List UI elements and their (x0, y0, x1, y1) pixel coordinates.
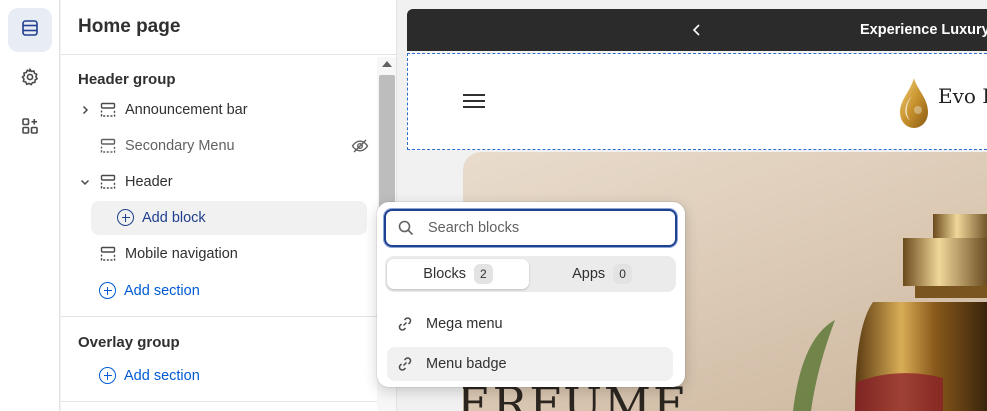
add-block-label: Add block (142, 209, 206, 226)
section-icon (99, 137, 117, 155)
add-block-popover: Blocks 2 Apps 0 Mega menu Menu badge (377, 202, 685, 387)
logo-text: Evo P (938, 84, 987, 108)
divider (61, 401, 377, 402)
chevron-down-icon[interactable] (77, 174, 93, 190)
section-icon (99, 245, 117, 263)
section-label: Secondary Menu (125, 138, 235, 154)
add-section-button[interactable]: Add section (99, 282, 200, 299)
link-icon (398, 317, 412, 331)
gear-icon (20, 67, 40, 92)
scroll-up-arrow-icon[interactable] (382, 61, 392, 67)
section-icon (99, 101, 117, 119)
divider (61, 316, 377, 317)
tab-apps[interactable]: Apps 0 (531, 259, 673, 289)
block-item-menu-badge[interactable]: Menu badge (387, 347, 673, 381)
perfume-drop-logo-icon (894, 74, 934, 132)
link-icon (398, 357, 412, 371)
announcement-text: Experience Luxury, F (860, 22, 987, 38)
section-label: Announcement bar (125, 102, 248, 118)
page-title: Home page (78, 16, 181, 37)
announcement-bar-preview[interactable]: Experience Luxury, F (407, 9, 987, 51)
section-mobile-navigation[interactable]: Mobile navigation (73, 237, 369, 271)
apps-button[interactable] (8, 106, 52, 150)
eye-off-icon[interactable] (351, 137, 369, 155)
plus-circle-icon (117, 209, 134, 226)
header-preview[interactable]: Evo P (407, 53, 987, 150)
settings-button[interactable] (8, 57, 52, 101)
sections-button[interactable] (8, 8, 52, 52)
add-block-link[interactable]: Add block (117, 209, 206, 226)
search-input[interactable] (428, 220, 668, 236)
count-badge: 2 (474, 264, 493, 284)
section-announcement-bar[interactable]: Announcement bar (73, 93, 369, 127)
search-field[interactable] (384, 209, 677, 247)
left-rail (0, 0, 60, 411)
apps-icon (20, 116, 40, 141)
sections-sidebar: Home page Header group Announcement bar … (61, 0, 397, 411)
tab-label: Blocks (423, 266, 467, 282)
add-section-label: Add section (124, 282, 200, 299)
divider (61, 54, 396, 55)
section-icon (99, 173, 117, 191)
add-block-button[interactable]: Add block (91, 201, 367, 235)
block-item-label: Mega menu (426, 316, 503, 332)
overlay-group-title: Overlay group (78, 334, 180, 351)
chevron-right-icon[interactable] (77, 102, 93, 118)
plus-circle-icon (99, 282, 116, 299)
block-type-tabs: Blocks 2 Apps 0 (385, 256, 676, 292)
section-header[interactable]: Header (73, 165, 369, 199)
tab-blocks[interactable]: Blocks 2 (387, 259, 529, 289)
search-icon (397, 219, 415, 237)
header-group-title: Header group (78, 71, 176, 88)
tab-label: Apps (572, 266, 606, 282)
section-label: Header (125, 174, 173, 190)
section-secondary-menu[interactable]: Secondary Menu (73, 129, 369, 163)
hamburger-menu-icon[interactable] (463, 94, 485, 110)
count-badge: 0 (613, 264, 632, 284)
chevron-left-icon[interactable] (689, 22, 705, 38)
sections-icon (20, 18, 40, 43)
plus-circle-icon (99, 367, 116, 384)
block-item-mega-menu[interactable]: Mega menu (387, 307, 673, 341)
add-section-button[interactable]: Add section (99, 367, 200, 384)
section-label: Mobile navigation (125, 246, 238, 262)
block-item-label: Menu badge (426, 356, 507, 372)
add-section-label: Add section (124, 367, 200, 384)
